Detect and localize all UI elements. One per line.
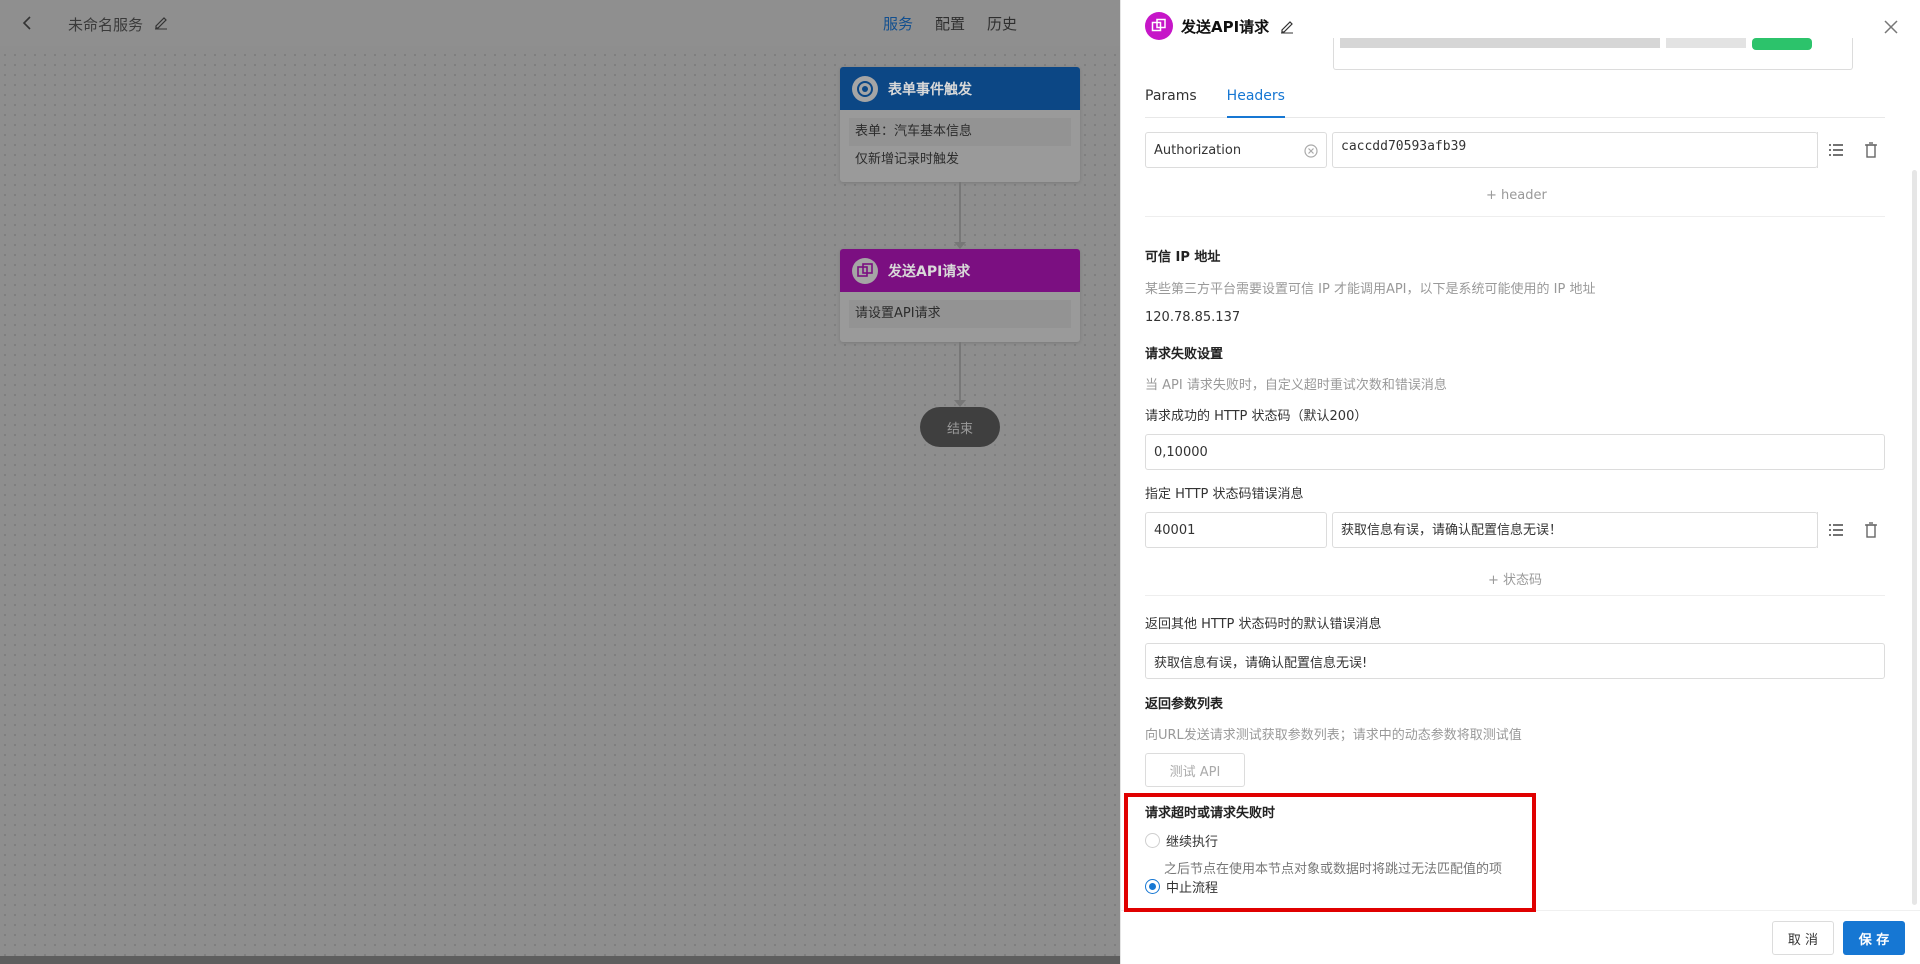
- drawer-footer: 取 消 保 存: [1121, 910, 1920, 964]
- failure-settings-hint: 当 API 请求失败时，自定义超时重试次数和错误消息: [1145, 378, 1447, 393]
- add-header-link[interactable]: + header: [1486, 188, 1547, 203]
- add-status-code-link[interactable]: + 状态码: [1488, 569, 1542, 588]
- error-code-value: 40001: [1154, 522, 1196, 538]
- trigger-node-header: 表单事件触发: [840, 67, 1080, 110]
- vertical-scrollbar[interactable]: [1912, 170, 1917, 905]
- horizontal-scrollbar[interactable]: [0, 956, 1120, 964]
- api-node-title: 发送API请求: [888, 263, 971, 280]
- api-icon: [1145, 12, 1173, 40]
- return-params-title: 返回参数列表: [1145, 697, 1224, 712]
- api-node-body: 请设置API请求: [849, 300, 1071, 328]
- top-bar: 未命名服务 服务 配置 历史: [0, 0, 1120, 46]
- service-name: 未命名服务: [68, 16, 144, 34]
- trusted-ip-value: 120.78.85.137: [1145, 310, 1241, 325]
- header-key-input[interactable]: Authorization: [1145, 132, 1327, 168]
- list-icon[interactable]: [1817, 132, 1853, 168]
- divider: [1145, 216, 1885, 217]
- trusted-ip-hint: 某些第三方平台需要设置可信 IP 才能调用API，以下是系统可能使用的 IP 地…: [1145, 282, 1596, 297]
- target-icon: [852, 75, 878, 102]
- failure-settings-title: 请求失败设置: [1145, 347, 1224, 362]
- end-node[interactable]: 结束: [920, 407, 1000, 447]
- trusted-ip-title: 可信 IP 地址: [1145, 250, 1221, 265]
- default-msg-label: 返回其他 HTTP 状态码时的默认错误消息: [1145, 617, 1382, 632]
- success-code-label: 请求成功的 HTTP 状态码（默认200）: [1145, 409, 1368, 424]
- api-node-header: 发送API请求: [840, 249, 1080, 292]
- error-code-input[interactable]: 40001: [1145, 512, 1327, 548]
- connector-arrow: [954, 242, 966, 249]
- trigger-node[interactable]: 表单事件触发 表单：汽车基本信息 仅新增记录时触发: [840, 67, 1080, 182]
- header-value-text: caccdd70593afb39: [1341, 139, 1467, 154]
- save-button[interactable]: 保 存: [1843, 921, 1905, 955]
- error-msg-value: 获取信息有误，请确认配置信息无误！: [1341, 523, 1563, 538]
- list-icon[interactable]: [1817, 512, 1853, 548]
- flow-canvas[interactable]: 未命名服务 服务 配置 历史 表单事件触发 表单：汽车基本信息 仅新增记录时触发: [0, 0, 1120, 964]
- error-msg-input[interactable]: 获取信息有误，请确认配置信息无误！: [1332, 512, 1818, 548]
- test-api-button[interactable]: 测试 API: [1145, 753, 1245, 787]
- tab-history[interactable]: 历史: [987, 13, 1017, 34]
- connector-arrow: [954, 400, 966, 407]
- tab-config[interactable]: 配置: [935, 13, 965, 34]
- request-tabs: Params Headers: [1145, 86, 1885, 118]
- connector-line: [959, 342, 961, 400]
- back-arrow-icon[interactable]: [18, 12, 38, 34]
- trigger-form-label: 表单：汽车基本信息: [849, 118, 1071, 146]
- clear-icon[interactable]: [1304, 144, 1318, 158]
- api-request-node[interactable]: 发送API请求 请设置API请求: [840, 249, 1080, 342]
- trash-icon[interactable]: [1863, 521, 1879, 539]
- trigger-condition: 仅新增记录时触发: [855, 152, 960, 167]
- return-params-hint: 向URL发送请求测试获取参数列表；请求中的动态参数将取测试值: [1145, 728, 1522, 743]
- drawer-header: 发送API请求: [1145, 12, 1295, 40]
- top-tabs: 服务 配置 历史: [883, 13, 1017, 34]
- cancel-button[interactable]: 取 消: [1772, 921, 1834, 955]
- close-icon[interactable]: [1880, 16, 1902, 38]
- highlight-annotation: [1124, 793, 1536, 912]
- api-icon: [852, 257, 878, 284]
- edit-icon[interactable]: [1279, 18, 1295, 34]
- tab-params[interactable]: Params: [1145, 86, 1197, 118]
- tab-service[interactable]: 服务: [883, 13, 913, 34]
- drawer-title: 发送API请求: [1181, 17, 1270, 36]
- tab-headers[interactable]: Headers: [1226, 86, 1285, 118]
- default-msg-value: 获取信息有误，请确认配置信息无误!: [1154, 655, 1368, 671]
- default-msg-input[interactable]: 获取信息有误，请确认配置信息无误!: [1145, 643, 1885, 679]
- header-value-input[interactable]: caccdd70593afb39: [1332, 132, 1818, 168]
- divider: [1145, 595, 1885, 596]
- connector-line: [959, 182, 961, 242]
- edit-icon[interactable]: [153, 14, 169, 30]
- trigger-node-title: 表单事件触发: [888, 81, 972, 98]
- trash-icon[interactable]: [1863, 141, 1879, 159]
- success-code-value: 0,10000: [1154, 444, 1208, 460]
- url-field-partial[interactable]: [1333, 38, 1853, 70]
- header-key-value: Authorization: [1154, 142, 1242, 158]
- success-code-input[interactable]: 0,10000: [1145, 434, 1885, 470]
- error-msg-label: 指定 HTTP 状态码错误消息: [1145, 487, 1304, 502]
